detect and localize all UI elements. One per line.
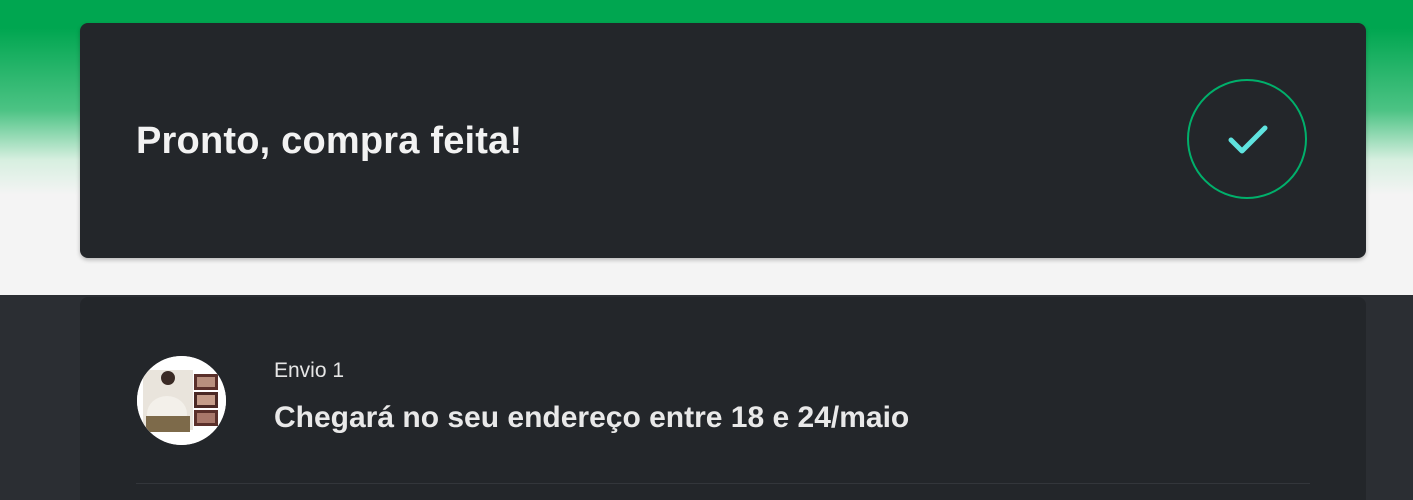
divider xyxy=(136,483,1310,484)
product-image-icon xyxy=(137,356,226,445)
shipment-eta: Chegará no seu endereço entre 18 e 24/ma… xyxy=(274,401,910,434)
check-icon xyxy=(1228,125,1268,154)
success-title: Pronto, compra feita! xyxy=(136,120,523,162)
shipment-label: Envio 1 xyxy=(274,359,345,382)
success-check-badge xyxy=(1187,79,1307,199)
product-thumbnail[interactable] xyxy=(137,356,226,445)
purchase-success-card: Pronto, compra feita! xyxy=(80,23,1366,258)
shipment-card: Envio 1 Chegará no seu endereço entre 18… xyxy=(80,297,1366,500)
